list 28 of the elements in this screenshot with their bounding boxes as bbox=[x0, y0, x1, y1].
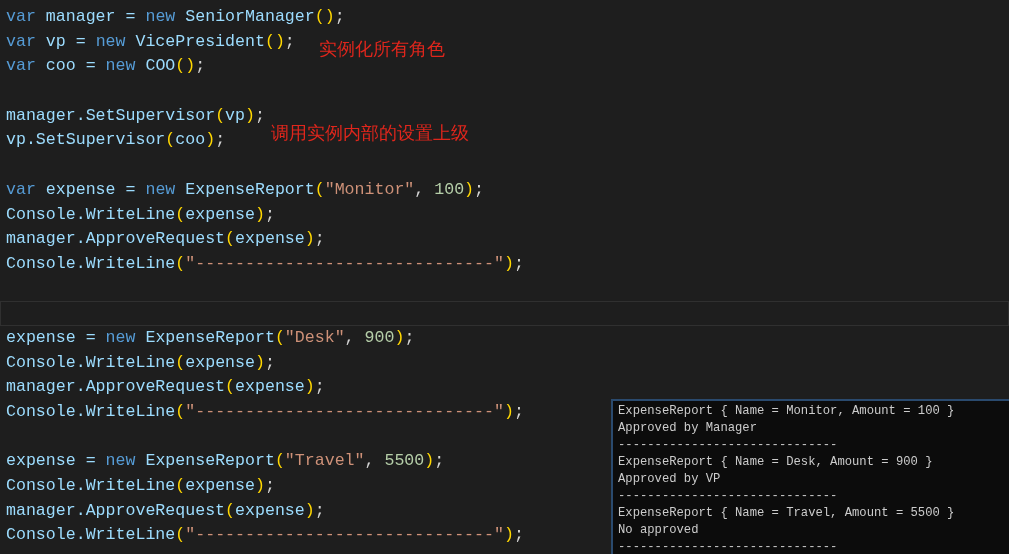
console-line: No approved bbox=[618, 522, 699, 539]
code-line: var vp = new VicePresident(); bbox=[5, 30, 295, 53]
code-line: Console.WriteLine(expense); bbox=[5, 351, 275, 374]
code-line: manager.ApproveRequest(expense); bbox=[5, 499, 325, 522]
console-line: Approved by VP bbox=[618, 471, 721, 488]
code-line: Console.WriteLine("------------------------------"); bbox=[5, 252, 524, 275]
console-line: Approved by Manager bbox=[618, 420, 757, 437]
code-line: var manager = new SeniorManager(); bbox=[5, 6, 345, 28]
code-line: expense = new ExpenseReport("Travel", 5500); bbox=[5, 450, 445, 473]
code-line: manager.ApproveRequest(expense); bbox=[5, 228, 325, 251]
console-line: ------------------------------ bbox=[618, 539, 838, 554]
code-line: Console.WriteLine("------------------------------"); bbox=[5, 524, 524, 547]
code-line: expense = new ExpenseReport("Desk", 900); bbox=[5, 326, 415, 349]
code-line: Console.WriteLine(expense); bbox=[5, 475, 275, 498]
console-line: ExpenseReport { Name = Monitor, Amount = 100 } bbox=[618, 403, 955, 420]
code-line: Console.WriteLine("------------------------------"); bbox=[5, 401, 524, 423]
console-line: ExpenseReport { Name = Desk, Amount = 900 } bbox=[618, 454, 933, 471]
code-line: manager.SetSupervisor(vp); bbox=[5, 104, 265, 127]
code-line: manager.ApproveRequest(expense); bbox=[5, 376, 325, 399]
annotation-text: 实例化所有角色 bbox=[319, 38, 445, 61]
code-line: vp.SetSupervisor(coo); bbox=[5, 129, 226, 152]
console-line: ExpenseReport { Name = Travel, Amount = 5500 } bbox=[618, 505, 955, 522]
code-line: var coo = new COO(); bbox=[5, 55, 206, 78]
annotation-text: 调用实例内部的设置上级 bbox=[271, 122, 469, 145]
code-line: var expense = new ExpenseReport("Monitor", 100); bbox=[5, 178, 485, 201]
console-line: ------------------------------ bbox=[618, 437, 838, 454]
code-line: Console.WriteLine(expense); bbox=[5, 203, 275, 226]
console-line: ------------------------------ bbox=[618, 488, 838, 505]
